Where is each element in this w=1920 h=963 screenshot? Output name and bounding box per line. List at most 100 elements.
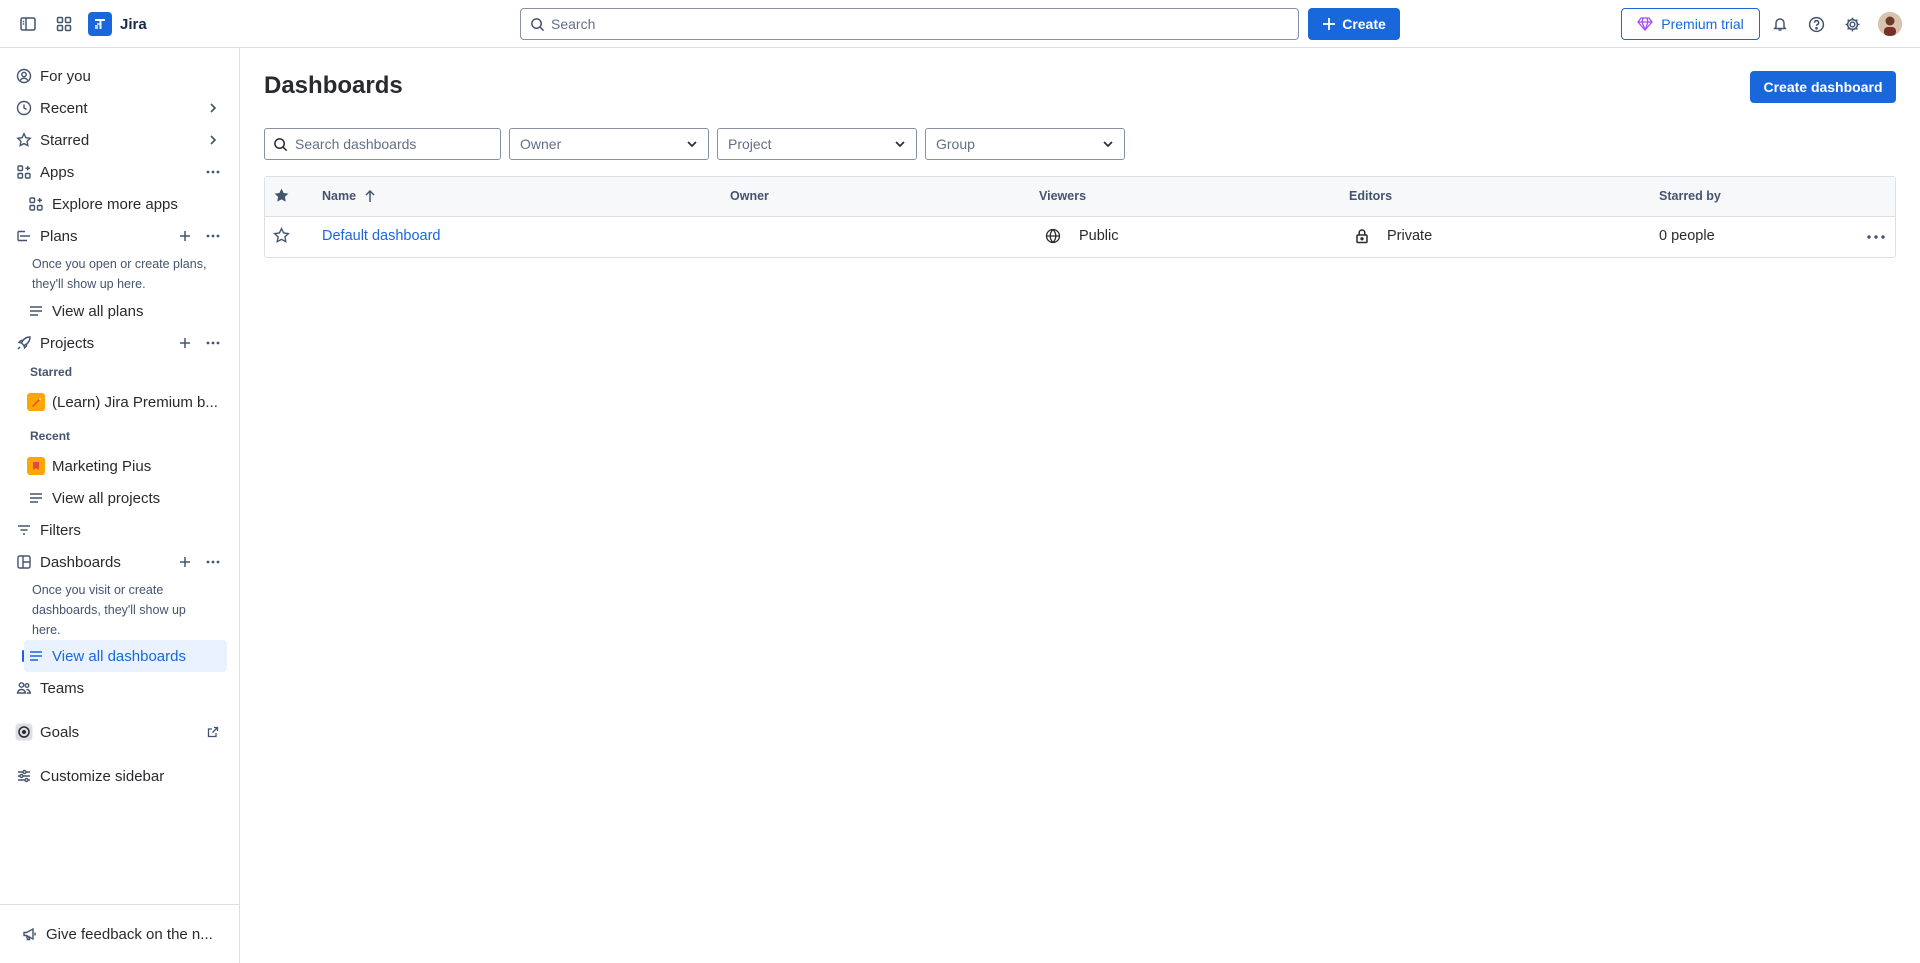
page-title: Dashboards [264, 72, 403, 99]
premium-trial-button[interactable]: Premium trial [1621, 8, 1760, 40]
sidebar-item-starred[interactable]: Starred [12, 124, 227, 156]
viewers-column-header: Viewers [1039, 189, 1087, 203]
dashboard-search[interactable] [264, 128, 501, 160]
feedback-label: Give feedback on the n... [46, 925, 213, 943]
sidebar-item-label: For you [40, 67, 91, 85]
sidebar-item-label: Apps [40, 163, 75, 181]
table-row: Default dashboard Public Private 0 peopl… [265, 217, 1895, 257]
filter-icon [8, 514, 40, 546]
viewers-cell: Public [1045, 228, 1119, 244]
dashboard-icon [8, 546, 40, 578]
gear-icon[interactable] [1838, 10, 1866, 38]
sidebar-item-filters[interactable]: Filters [12, 514, 227, 546]
create-label: Create [1342, 16, 1386, 32]
plus-icon[interactable] [171, 548, 199, 576]
project-filter-select[interactable]: Project [717, 128, 917, 160]
sidebar-item-recent[interactable]: Recent [12, 92, 227, 124]
sidebar-item-label: View all projects [52, 489, 161, 507]
sidebar-item-goals[interactable]: Goals [12, 716, 227, 748]
star-icon [8, 124, 40, 156]
top-navigation: Jira Create Premium trial [0, 0, 1920, 48]
search-icon [273, 137, 288, 152]
starred-by-value: 0 people [1659, 228, 1715, 244]
globe-icon [1045, 228, 1061, 244]
projects-starred-heading: Starred [30, 365, 73, 379]
sidebar-item-plans[interactable]: Plans [12, 220, 227, 252]
name-column-header[interactable]: Name [322, 189, 376, 203]
goals-icon [8, 716, 40, 748]
sidebar-item-for-you[interactable]: For you [12, 60, 227, 92]
clock-icon [8, 92, 40, 124]
sidebar-item-customize[interactable]: Customize sidebar [12, 760, 227, 792]
star-toggle-icon[interactable] [273, 227, 290, 244]
dashboard-name-link[interactable]: Default dashboard [322, 228, 441, 244]
owner-filter-select[interactable]: Owner [509, 128, 709, 160]
sidebar-item-starred-project[interactable]: (Learn) Jira Premium b... [24, 386, 227, 418]
plans-icon [8, 220, 40, 252]
starred-by-column-header: Starred by [1659, 189, 1721, 203]
sidebar-item-projects[interactable]: Projects [12, 327, 227, 359]
group-filter-select[interactable]: Group [925, 128, 1125, 160]
sidebar-item-label: Teams [40, 679, 85, 697]
arrow-up-icon [364, 189, 376, 203]
jira-logo[interactable]: Jira [88, 12, 147, 36]
star-column-icon[interactable] [273, 187, 290, 204]
product-name: Jira [120, 15, 147, 33]
list-icon [20, 295, 52, 327]
sidebar-item-dashboards[interactable]: Dashboards [12, 546, 227, 578]
sidebar-item-label: Projects [40, 334, 95, 352]
sidebar-item-label: Goals [40, 723, 80, 741]
sidebar-item-view-all-plans[interactable]: View all plans [24, 295, 227, 327]
list-icon [20, 640, 52, 672]
search-input[interactable] [551, 16, 1298, 32]
more-icon[interactable] [199, 548, 227, 576]
editors-value: Private [1387, 228, 1433, 244]
list-icon [20, 482, 52, 514]
table-header: Name Owner Viewers Editors Starred by [265, 177, 1895, 217]
sidebar-toggle-icon[interactable] [14, 10, 42, 38]
plus-icon[interactable] [171, 329, 199, 357]
name-header-label: Name [322, 189, 357, 203]
sidebar-item-explore-apps[interactable]: Explore more apps [24, 188, 227, 220]
project-filter-label: Project [728, 136, 772, 152]
sidebar-item-teams[interactable]: Teams [12, 672, 227, 704]
megaphone-icon [14, 918, 46, 950]
lock-icon [1355, 228, 1369, 244]
more-icon[interactable] [199, 222, 227, 250]
app-switcher-icon[interactable] [50, 10, 78, 38]
divider [0, 904, 239, 905]
sidebar-item-label: Filters [40, 521, 81, 539]
editors-column-header: Editors [1349, 189, 1393, 203]
sidebar-item-recent-project[interactable]: Marketing Pius [24, 450, 227, 482]
apps-plus-icon [20, 188, 52, 220]
dashboards-empty-note: Once you visit or create dashboards, the… [32, 583, 186, 637]
bell-icon[interactable] [1766, 10, 1794, 38]
sidebar-item-view-all-dashboards[interactable]: View all dashboards [22, 640, 227, 672]
more-icon[interactable] [199, 158, 227, 186]
help-icon[interactable] [1802, 10, 1830, 38]
sidebar-item-label: Starred [40, 131, 90, 149]
plus-icon[interactable] [171, 222, 199, 250]
sidebar-item-view-all-projects[interactable]: View all projects [24, 482, 227, 514]
dashboards-table: Name Owner Viewers Editors Starred by De… [264, 176, 1896, 258]
create-button[interactable]: Create [1308, 8, 1400, 40]
sidebar-item-label: Marketing Pius [52, 457, 152, 475]
project-avatar-icon [20, 450, 52, 482]
sidebar-item-label: Dashboards [40, 553, 121, 571]
sidebar-item-label: Recent [40, 99, 88, 117]
sidebar-item-apps[interactable]: Apps [12, 156, 227, 188]
chevron-right-icon[interactable] [199, 126, 227, 154]
create-dashboard-button[interactable]: Create dashboard [1750, 71, 1896, 103]
sidebar-item-label: View all dashboards [52, 647, 186, 665]
premium-label: Premium trial [1661, 16, 1744, 32]
global-search[interactable] [520, 8, 1299, 40]
more-icon[interactable] [199, 329, 227, 357]
feedback-button[interactable]: Give feedback on the n... [12, 918, 227, 950]
group-filter-label: Group [936, 136, 975, 152]
sidebar-item-label: View all plans [52, 302, 144, 320]
more-actions-icon[interactable] [1867, 235, 1885, 239]
avatar[interactable] [1878, 12, 1902, 36]
external-link-icon[interactable] [199, 718, 227, 746]
chevron-right-icon[interactable] [199, 94, 227, 122]
search-dashboards-input[interactable] [295, 136, 500, 152]
